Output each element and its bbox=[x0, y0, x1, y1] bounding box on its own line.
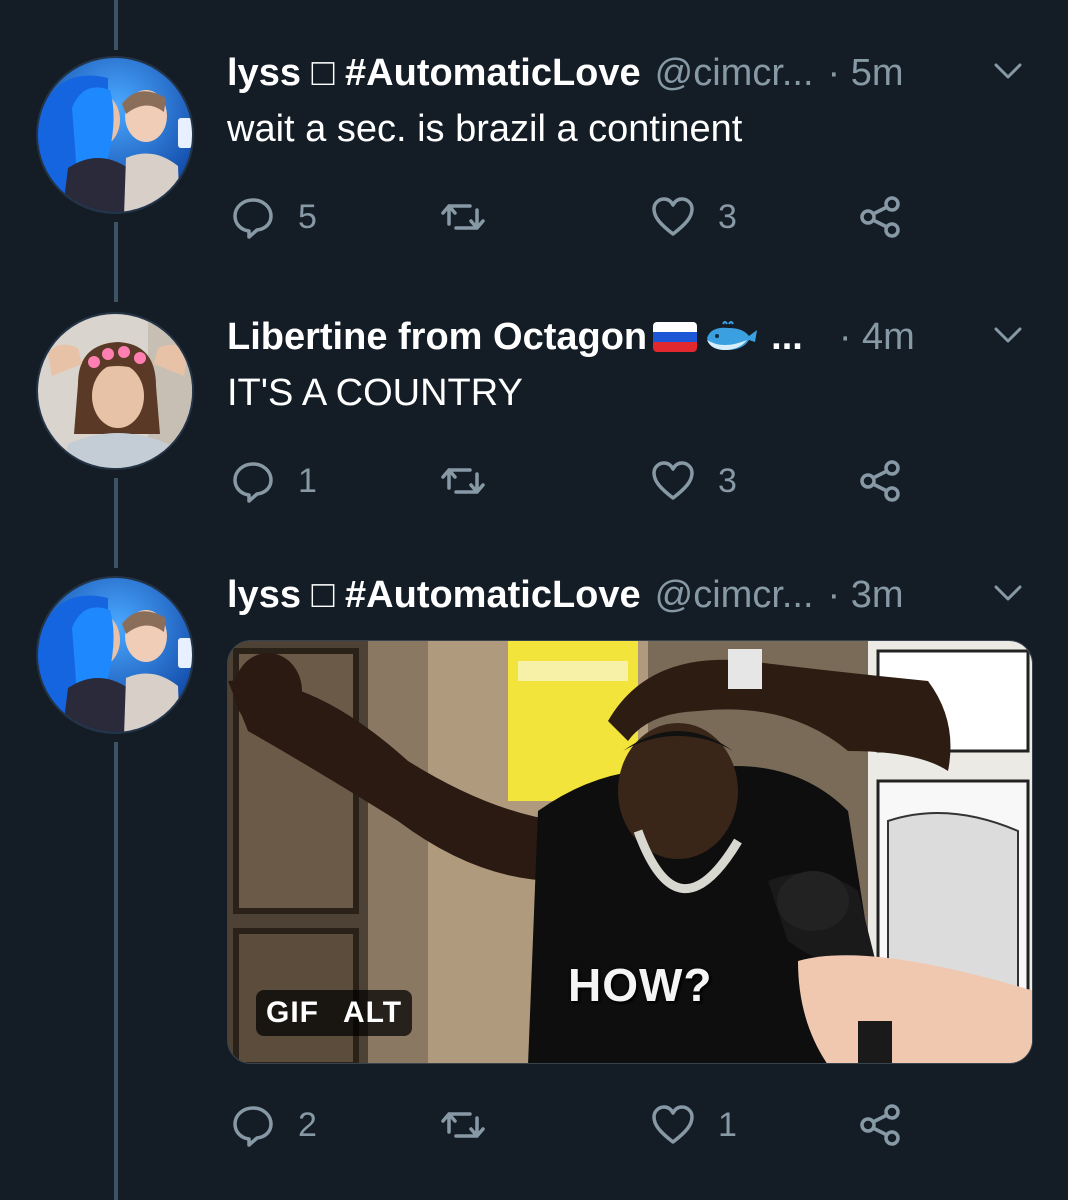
tweet-actions: 1 3 bbox=[230, 456, 930, 506]
avatar-photo-woman-flower-crown bbox=[38, 314, 192, 468]
avatar[interactable] bbox=[36, 56, 194, 214]
retweet-icon bbox=[441, 204, 485, 230]
share-button[interactable] bbox=[858, 1100, 904, 1150]
chevron-down-icon[interactable] bbox=[988, 56, 1028, 86]
timestamp[interactable]: · 4m bbox=[839, 316, 915, 359]
display-name[interactable]: lyss □ #AutomaticLove bbox=[227, 574, 641, 617]
reply-count: 1 bbox=[298, 461, 317, 500]
media-badge[interactable]: GIF ALT bbox=[256, 990, 413, 1036]
like-count: 3 bbox=[718, 197, 737, 236]
tweet-header: Libertine from Octagon ... · 4m bbox=[227, 312, 1028, 362]
thread-line-top bbox=[114, 0, 118, 50]
reply-count: 2 bbox=[298, 1105, 317, 1144]
like-button[interactable]: 3 bbox=[650, 456, 737, 506]
reply-button[interactable]: 5 bbox=[230, 192, 317, 242]
alt-badge[interactable]: ALT bbox=[343, 996, 402, 1030]
avatar-photo-two-women bbox=[38, 578, 192, 732]
share-icon bbox=[860, 1104, 900, 1146]
reply-icon bbox=[233, 198, 273, 239]
handle[interactable]: @cimcr... bbox=[655, 52, 814, 95]
avatar[interactable] bbox=[36, 312, 194, 470]
name-truncation: ... bbox=[771, 315, 803, 358]
tweet-actions: 5 3 bbox=[230, 192, 930, 242]
reply-button[interactable]: 1 bbox=[230, 456, 317, 506]
tweet-text: wait a sec. is brazil a continent bbox=[227, 108, 743, 150]
tweet-header: lyss □ #AutomaticLove @cimcr... · 5m bbox=[227, 48, 1028, 98]
tweet-header: lyss □ #AutomaticLove @cimcr... · 3m bbox=[227, 570, 1028, 620]
thread-line-3 bbox=[114, 742, 118, 1200]
chevron-down-icon[interactable] bbox=[988, 320, 1028, 350]
timestamp[interactable]: · 5m bbox=[828, 52, 904, 95]
chevron-down-icon[interactable] bbox=[988, 578, 1028, 608]
timestamp[interactable]: · 3m bbox=[828, 574, 904, 617]
like-count: 1 bbox=[718, 1105, 737, 1144]
share-button[interactable] bbox=[858, 192, 904, 242]
heart-icon bbox=[652, 197, 694, 236]
avatar-photo-two-women bbox=[38, 58, 192, 212]
display-name[interactable]: lyss □ #AutomaticLove bbox=[227, 52, 641, 95]
retweet-button[interactable] bbox=[440, 1100, 508, 1150]
share-icon bbox=[860, 196, 900, 238]
reply-count: 5 bbox=[298, 197, 317, 236]
handle[interactable]: @cimcr... bbox=[655, 574, 814, 617]
retweet-button[interactable] bbox=[440, 192, 508, 242]
tweet-text: IT'S A COUNTRY bbox=[227, 372, 523, 414]
share-icon bbox=[860, 460, 900, 502]
retweet-icon bbox=[441, 468, 485, 494]
retweet-button[interactable] bbox=[440, 456, 508, 506]
gif-caption: HOW? bbox=[568, 959, 713, 1011]
reply-button[interactable]: 2 bbox=[230, 1100, 317, 1150]
avatar[interactable] bbox=[36, 576, 194, 734]
heart-icon bbox=[652, 461, 694, 500]
like-button[interactable]: 1 bbox=[650, 1100, 737, 1150]
whale-icon bbox=[707, 321, 758, 350]
retweet-icon bbox=[441, 1112, 485, 1138]
gif-badge: GIF bbox=[266, 996, 319, 1029]
reply-icon bbox=[233, 1106, 273, 1147]
thread-line-1 bbox=[114, 222, 118, 302]
thread-line-2 bbox=[114, 478, 118, 568]
share-button[interactable] bbox=[858, 456, 904, 506]
tweet-actions: 2 1 bbox=[230, 1100, 930, 1150]
like-button[interactable]: 3 bbox=[650, 192, 737, 242]
reply-icon bbox=[233, 462, 273, 503]
like-count: 3 bbox=[718, 461, 737, 500]
display-name[interactable]: Libertine from Octagon bbox=[227, 316, 647, 359]
russia-flag-icon bbox=[653, 322, 698, 352]
heart-icon bbox=[652, 1105, 694, 1144]
